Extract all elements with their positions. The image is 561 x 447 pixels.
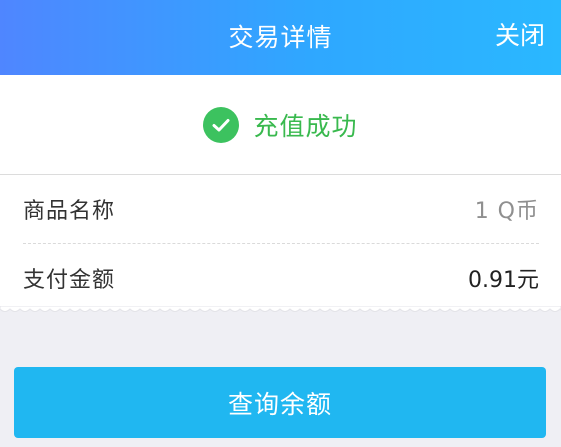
close-button[interactable]: 关闭 <box>495 0 545 75</box>
card-wavy-edge <box>0 306 561 312</box>
header-bar: 交易详情 关闭 <box>0 0 561 75</box>
product-name-label: 商品名称 <box>23 199 116 224</box>
detail-row-amount: 支付金额 0.91元 <box>23 244 539 312</box>
product-name-value: 1 Q币 <box>474 199 539 224</box>
page-title: 交易详情 <box>228 23 333 52</box>
check-circle-icon <box>203 106 240 143</box>
status-banner: 充值成功 <box>0 75 561 175</box>
payment-amount-value: 0.91元 <box>468 268 539 293</box>
transaction-card: 充值成功 商品名称 1 Q币 支付金额 0.91元 <box>0 75 561 310</box>
payment-amount-label: 支付金额 <box>23 268 116 293</box>
detail-row-product: 商品名称 1 Q币 <box>23 175 539 244</box>
query-balance-button[interactable]: 查询余额 <box>14 367 546 438</box>
status-text: 充值成功 <box>253 111 358 141</box>
